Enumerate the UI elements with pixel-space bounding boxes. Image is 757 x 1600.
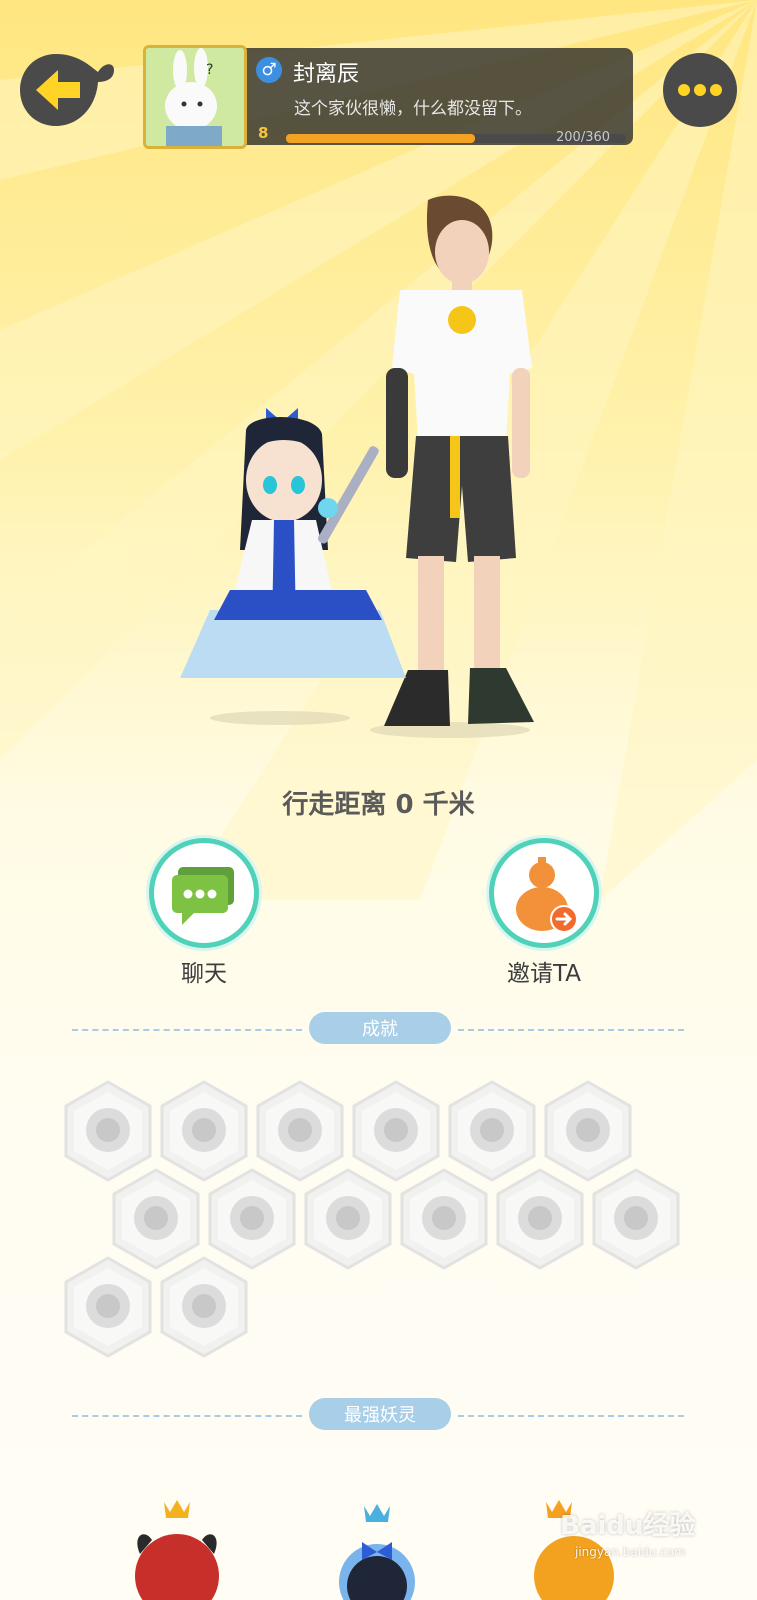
achievement-badge[interactable] (590, 1168, 682, 1270)
chat-button[interactable] (149, 838, 259, 948)
achievement-badge[interactable] (398, 1168, 490, 1270)
achievement-badge[interactable] (350, 1080, 442, 1182)
user-name: 封离辰 (293, 62, 360, 87)
chat-label: 聊天 (181, 961, 227, 987)
strongest-spirits-title: 最强妖灵 (309, 1398, 451, 1430)
invite-label: 邀请TA (507, 961, 581, 987)
achievement-badge[interactable] (158, 1080, 250, 1182)
achievement-badge[interactable] (254, 1080, 346, 1182)
gourd-invite-icon (516, 857, 578, 933)
walking-distance: 行走距离 0 千米 (282, 790, 475, 820)
boy-character (384, 195, 534, 726)
lollipop-icon (182, 1108, 226, 1152)
open-book-icon (182, 1284, 226, 1328)
achievement-badge[interactable] (158, 1256, 250, 1358)
achievement-badge[interactable] (302, 1168, 394, 1270)
baidu-watermark-url: jingyan.baidu.com (575, 1545, 686, 1559)
spirit-red-demon[interactable] (122, 1496, 232, 1600)
scroll-icon (86, 1284, 130, 1328)
achievement-badge[interactable] (446, 1080, 538, 1182)
spirit-blue-girl[interactable] (322, 1496, 432, 1600)
baidu-watermark: Baidu经验 (560, 1511, 696, 1541)
achievement-badge[interactable] (542, 1080, 634, 1182)
male-gender-icon: ♂ (256, 57, 282, 83)
ellipsis-icon (678, 84, 722, 96)
user-motto: 这个家伙很懒，什么都没留下。 (294, 99, 532, 119)
xp-progress-fill (286, 134, 476, 143)
bear-balloon-icon (422, 1196, 466, 1240)
moon-icon (374, 1108, 418, 1152)
dragon-icon (614, 1196, 658, 1240)
ball-icon (470, 1108, 514, 1152)
sneaker-icon (86, 1108, 130, 1152)
character-display (170, 190, 550, 750)
crown-icon (164, 1500, 190, 1518)
achievements-title: 成就 (309, 1012, 451, 1044)
achievement-badge[interactable] (494, 1168, 586, 1270)
svg-text:?: ? (206, 62, 213, 78)
achievement-badge[interactable] (62, 1080, 154, 1182)
girl-character (180, 408, 406, 678)
invite-button[interactable] (489, 838, 599, 948)
xp-text: 200/360 (556, 130, 611, 145)
achievements-header: 成就 (72, 1012, 684, 1048)
back-button[interactable] (18, 52, 114, 128)
crystal-icon (566, 1108, 610, 1152)
achievement-badge[interactable] (206, 1168, 298, 1270)
strongest-spirits-header: 最强妖灵 (72, 1398, 684, 1434)
cat-cart-icon (326, 1196, 370, 1240)
more-options-button[interactable] (662, 52, 738, 128)
devil-cat-icon (278, 1108, 322, 1152)
avatar[interactable]: ? (143, 45, 247, 149)
taiji-box-icon (518, 1196, 562, 1240)
yin-yang-wave-icon (134, 1196, 178, 1240)
chat-bubble-icon (172, 867, 234, 925)
monkey-icon (230, 1196, 274, 1240)
user-level: 8 (258, 124, 269, 142)
achievement-badge[interactable] (62, 1256, 154, 1358)
crown-icon (364, 1504, 390, 1522)
achievement-badge[interactable] (110, 1168, 202, 1270)
